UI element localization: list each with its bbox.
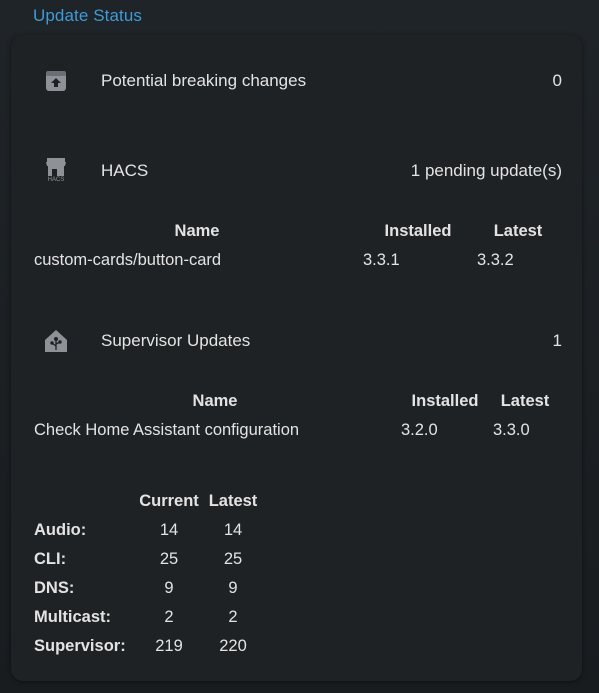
table-header: Current [139,492,199,510]
package-up-icon [42,67,70,95]
current-version: 219 [155,637,183,655]
update-status-card: Potential breaking changes 0 HACS HACS 1… [11,35,582,681]
supervisor-updates-count: 1 [552,331,562,350]
current-version: 2 [164,608,174,626]
component-versions-table: Current Latest Audio: 14 14 CLI: 25 25 D… [11,489,311,664]
home-assistant-icon [42,327,70,355]
table-cell: custom-cards/button-card [34,251,222,269]
table-header: Installed [411,392,479,410]
component-label: CLI: [34,550,67,568]
current-version: 14 [159,521,179,539]
component-label: Supervisor: [34,637,126,655]
breaking-changes-count: 0 [552,71,562,90]
component-label: Audio: [34,521,87,539]
table-header: Name [174,222,220,240]
section-title: Update Status [33,6,143,25]
table-header: Name [192,392,238,410]
table-cell: Check Home Assistant configuration [34,421,300,439]
hacs-label: HACS [101,161,149,180]
breaking-changes-label: Potential breaking changes [101,71,307,90]
table-cell: 3.3.1 [363,251,400,269]
supervisor-updates-table: Name Installed Latest Check Home Assista… [11,389,582,449]
table-cell: 3.3.0 [493,421,530,439]
component-label: DNS: [34,579,75,597]
supervisor-updates-row[interactable]: Supervisor Updates 1 [11,321,582,361]
table-header: Latest [500,392,550,410]
table-header: Installed [384,222,452,240]
table-header: Latest [208,492,258,510]
hacs-row[interactable]: HACS HACS 1 pending update(s) [11,151,582,191]
supervisor-updates-label: Supervisor Updates [101,331,251,350]
latest-version: 2 [228,608,238,626]
hacs-pending-count: 1 pending update(s) [410,161,562,180]
latest-version: 14 [223,521,243,539]
hacs-updates-table: Name Installed Latest custom-cards/butto… [11,219,582,279]
latest-version: 220 [219,637,247,655]
table-cell: 3.2.0 [401,421,438,439]
hacs-icon-caption: HACS [47,177,65,183]
current-version: 9 [164,579,174,597]
latest-version: 9 [228,579,238,597]
latest-version: 25 [223,550,243,568]
current-version: 25 [159,550,179,568]
table-cell: 3.3.2 [477,251,514,269]
table-header: Latest [493,222,543,240]
hacs-store-icon: HACS [42,157,70,185]
component-label: Multicast: [34,608,112,626]
breaking-changes-row[interactable]: Potential breaking changes 0 [11,61,582,101]
